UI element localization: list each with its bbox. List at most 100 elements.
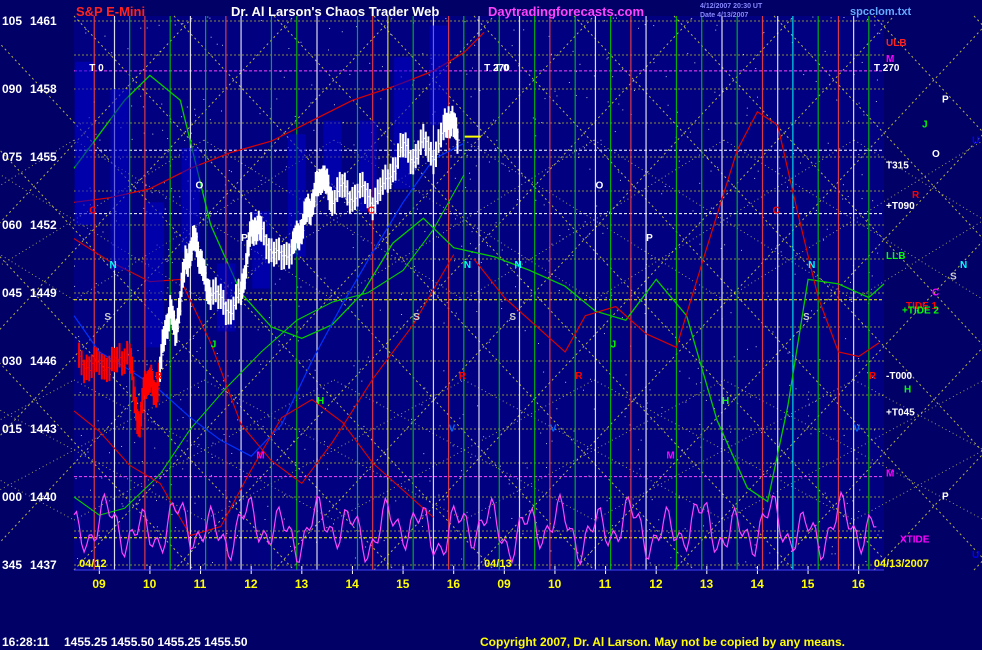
star-dot: [815, 80, 817, 82]
star-dot: [593, 75, 595, 77]
star-dot: [755, 68, 757, 70]
star-dot: [196, 351, 198, 353]
star-dot: [858, 102, 860, 104]
star-dot: [872, 200, 874, 202]
star-dot: [856, 20, 858, 22]
star-dot: [140, 95, 142, 97]
y-tick-degree: 075: [2, 150, 22, 164]
star-dot: [165, 197, 167, 199]
star-dot: [866, 219, 868, 221]
star-dot: [134, 442, 136, 444]
star-dot: [824, 50, 826, 52]
star-dot: [222, 44, 224, 46]
star-dot: [524, 462, 526, 464]
star-dot: [861, 61, 863, 63]
series-label: R: [869, 371, 877, 382]
star-dot: [745, 561, 747, 563]
star-dot: [508, 170, 510, 172]
star-dot: [602, 232, 604, 234]
star-dot: [429, 480, 431, 482]
star-dot: [807, 398, 809, 400]
star-dot: [789, 384, 791, 386]
star-dot: [95, 133, 97, 135]
star-dot: [826, 228, 828, 230]
star-dot: [421, 526, 423, 528]
star-dot: [388, 154, 390, 156]
star-dot: [395, 500, 397, 502]
star-dot: [167, 287, 169, 289]
star-dot: [714, 91, 716, 93]
star-dot: [694, 62, 696, 64]
star-dot: [461, 558, 463, 560]
star-dot: [568, 228, 570, 230]
series-label: N: [514, 260, 521, 271]
y-tick-degree: 060: [2, 218, 22, 232]
star-dot: [559, 235, 561, 237]
star-dot: [524, 330, 526, 332]
star-dot: [815, 209, 817, 211]
star-dot: [264, 519, 266, 521]
star-dot: [639, 468, 641, 470]
star-dot: [851, 301, 853, 303]
right-side-label: +T090: [886, 201, 915, 212]
star-dot: [873, 429, 875, 431]
star-dot: [363, 425, 365, 427]
star-dot: [99, 139, 101, 141]
star-dot: [587, 235, 589, 237]
star-dot: [439, 425, 441, 427]
star-dot: [416, 208, 418, 210]
y-tick-price: 1437: [30, 558, 57, 572]
star-dot: [863, 114, 865, 116]
star-dot: [422, 53, 424, 55]
star-dot: [746, 348, 748, 350]
star-dot: [328, 49, 330, 51]
star-dot: [551, 243, 553, 245]
star-dot: [300, 286, 302, 288]
star-dot: [612, 76, 614, 78]
projection-bar: [394, 57, 413, 189]
star-dot: [123, 426, 125, 428]
star-dot: [162, 129, 164, 131]
star-dot: [538, 343, 540, 345]
star-dot: [819, 359, 821, 361]
y-tick-price: 1449: [30, 286, 57, 300]
star-dot: [847, 196, 849, 198]
star-dot: [423, 453, 425, 455]
star-dot: [261, 298, 263, 300]
star-dot: [572, 255, 574, 257]
star-dot: [488, 341, 490, 343]
star-dot: [593, 408, 595, 410]
star-dot: [181, 116, 183, 118]
star-dot: [98, 534, 100, 536]
star-dot: [697, 367, 699, 369]
y-tick-price: 1455: [30, 150, 57, 164]
star-dot: [198, 495, 200, 497]
series-label: S: [803, 312, 810, 323]
star-dot: [526, 467, 528, 469]
star-dot: [222, 380, 224, 382]
star-dot: [151, 192, 153, 194]
star-dot: [381, 66, 383, 68]
star-dot: [443, 370, 445, 372]
right-side-label: S: [950, 271, 957, 282]
series-label: O: [196, 181, 204, 192]
star-dot: [738, 150, 740, 152]
star-dot: [297, 340, 299, 342]
star-dot: [865, 560, 867, 562]
x-tick-label: 13: [295, 577, 309, 591]
star-dot: [724, 244, 726, 246]
x-tick-label: 10: [143, 577, 157, 591]
star-dot: [849, 281, 851, 283]
star-dot: [670, 557, 672, 559]
star-dot: [308, 359, 310, 361]
star-dot: [622, 109, 624, 111]
star-dot: [667, 288, 669, 290]
star-dot: [231, 452, 233, 454]
star-dot: [174, 24, 176, 26]
star-dot: [715, 29, 717, 31]
star-dot: [79, 392, 81, 394]
star-dot: [437, 295, 439, 297]
star-dot: [199, 347, 201, 349]
star-dot: [861, 198, 863, 200]
star-dot: [830, 438, 832, 440]
